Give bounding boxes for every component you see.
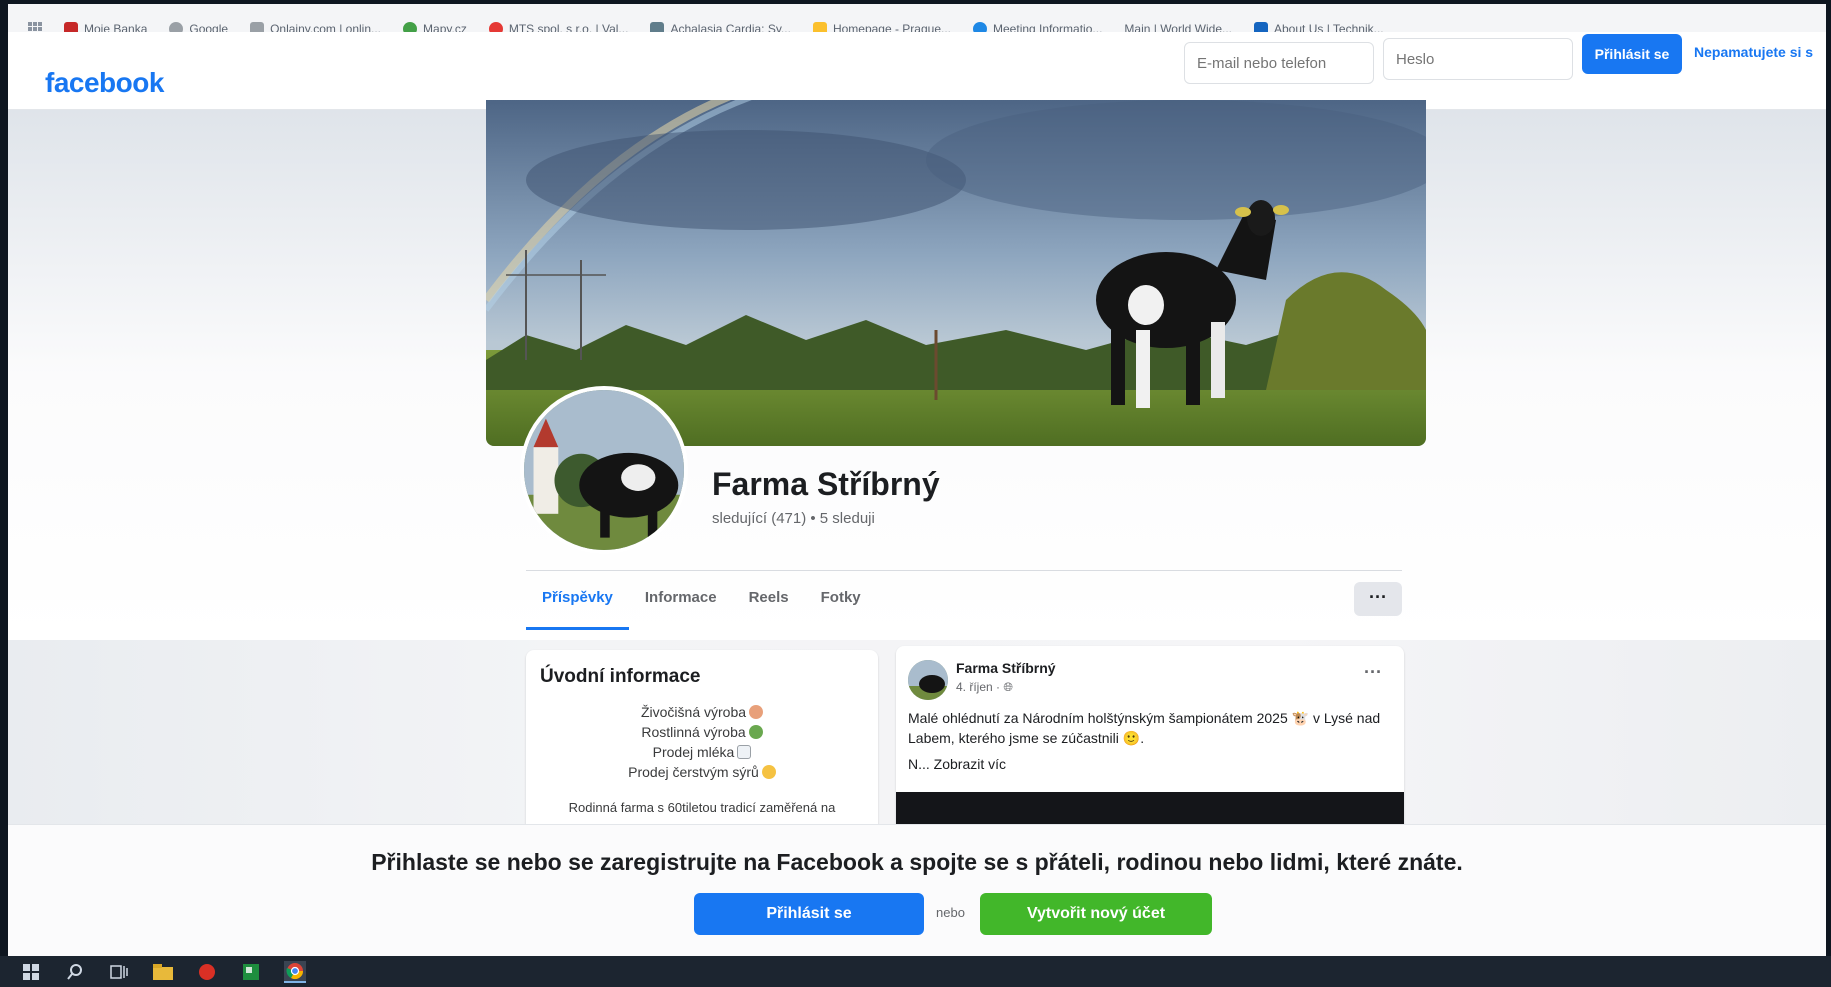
divider <box>526 570 1402 571</box>
chrome-icon[interactable] <box>284 960 306 983</box>
post-text: Malé ohlédnutí za Národním holštýnským š… <box>908 710 1381 746</box>
forgot-password-link[interactable]: Nepamatujete si s <box>1694 44 1813 60</box>
photo-of-screen: Moje Banka Google Onlajny.com | onlin...… <box>0 0 1831 987</box>
pdf-reader-icon[interactable] <box>196 961 218 983</box>
facebook-logo[interactable]: facebook <box>45 67 164 99</box>
profile-tabs: Příspěvky Informace Reels Fotky <box>526 572 877 630</box>
task-view-icon[interactable] <box>108 961 130 983</box>
create-account-button[interactable]: Vytvořit nový účet <box>980 893 1212 935</box>
banner-text: Přihlaste se nebo se zaregistrujte na Fa… <box>371 849 1463 875</box>
login-banner: Přihlaste se nebo se zaregistrujte na Fa… <box>8 824 1826 956</box>
intro-card: Úvodní informace Živočišná výroba Rostli… <box>526 650 878 850</box>
windows-icon[interactable] <box>20 961 42 983</box>
banner-or-label: nebo <box>936 905 965 920</box>
post-meta: 4. říjen · 🌐︎ <box>956 680 1013 694</box>
post-author-name[interactable]: Farma Stříbrný <box>956 660 1056 676</box>
intro-description: Rodinná farma s 60tiletou tradicí zaměře… <box>568 800 836 815</box>
spreadsheet-icon[interactable] <box>240 961 262 983</box>
tab-about[interactable]: Informace <box>629 572 733 630</box>
banner-login-button[interactable]: Přihlásit se <box>694 893 924 935</box>
smile-emoji-icon <box>761 765 776 779</box>
file-explorer-icon[interactable] <box>152 961 174 983</box>
intro-line: Živočišná výroba <box>526 704 878 720</box>
milk-emoji-icon <box>737 745 752 759</box>
tab-reels[interactable]: Reels <box>733 572 805 630</box>
intro-line: Prodej mléka <box>526 744 878 760</box>
email-field[interactable] <box>1184 42 1374 84</box>
profile-avatar[interactable] <box>520 386 688 554</box>
search-icon[interactable] <box>64 961 86 983</box>
intro-line: Prodej čerstvým sýrů <box>526 764 878 780</box>
password-field[interactable] <box>1383 38 1573 80</box>
cow-emoji-icon <box>749 705 764 719</box>
browser-window: Moje Banka Google Onlajny.com | onlin...… <box>8 4 1826 956</box>
followers-count[interactable]: sledující (471) • 5 sleduji <box>712 510 875 527</box>
taskbar <box>0 956 1831 987</box>
intro-line: Rostlinná výroba <box>526 724 878 740</box>
page-title: Farma Stříbrný <box>712 466 940 502</box>
post-more-button[interactable]: ··· <box>1364 662 1382 683</box>
facebook-header: facebook Přihlásit se Nepamatujete si s <box>8 32 1826 110</box>
tab-posts[interactable]: Příspěvky <box>526 572 629 630</box>
post-author-avatar[interactable] <box>908 660 948 700</box>
plant-emoji-icon <box>748 725 763 739</box>
more-options-button[interactable]: ··· <box>1354 582 1402 616</box>
post-author-avatar-image <box>908 660 948 700</box>
profile-avatar-image <box>524 390 684 550</box>
intro-title: Úvodní informace <box>540 666 701 687</box>
tab-photos[interactable]: Fotky <box>805 572 877 630</box>
globe-icon: 🌐︎ <box>1003 680 1013 694</box>
profile-page: Farma Stříbrný sledující (471) • 5 sledu… <box>8 100 1826 876</box>
show-more-link[interactable]: N... Zobrazit víc <box>908 756 1006 772</box>
login-button[interactable]: Přihlásit se <box>1582 34 1682 74</box>
